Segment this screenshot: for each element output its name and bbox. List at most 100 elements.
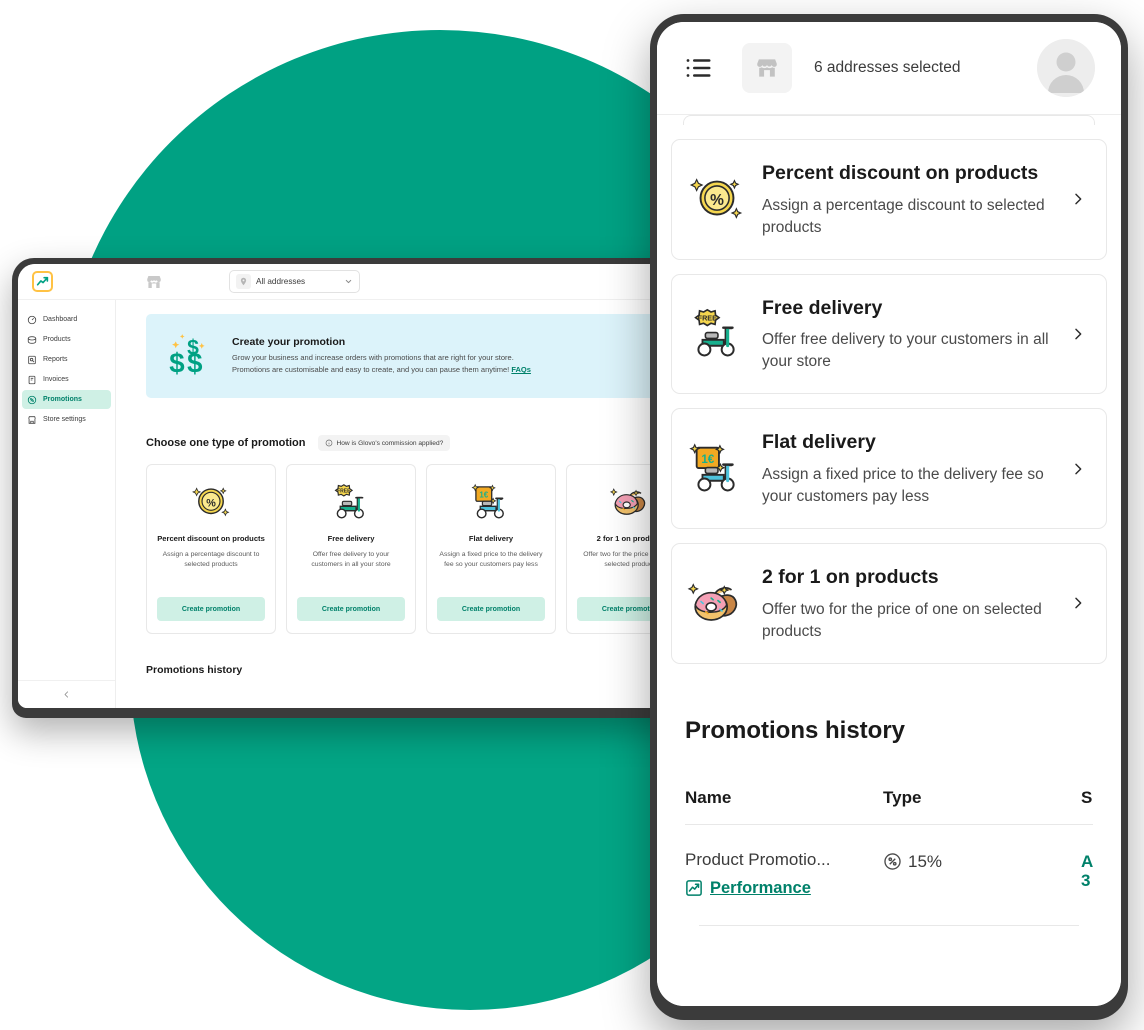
desktop-promotions-history-title: Promotions history	[146, 664, 243, 676]
chevron-right-icon[interactable]	[1070, 321, 1086, 347]
promotion-name-text: Product Promotio...	[685, 849, 831, 869]
info-icon	[325, 439, 332, 447]
desktop-card-percent-discount[interactable]: % Percent discount on products Assign a …	[146, 464, 276, 634]
address-select[interactable]: All addresses	[229, 270, 360, 293]
commission-info-chip[interactable]: How is Glovo's commission applied?	[317, 435, 451, 451]
commission-chip-label: How is Glovo's commission applied?	[336, 439, 444, 447]
desktop-promotion-cards: % Percent discount on products Assign a …	[146, 464, 716, 634]
svg-text:FREE: FREE	[337, 489, 351, 495]
sidebar-item-products[interactable]: Products	[22, 330, 111, 349]
percent-circle-icon	[884, 853, 901, 870]
chart-line-icon	[686, 880, 702, 897]
store-icon-button[interactable]	[742, 43, 792, 93]
promotions-history-table: Name Type S Product Promotio... Performa…	[671, 788, 1107, 926]
sidebar-item-reports[interactable]: Reports	[22, 350, 111, 369]
chevron-left-icon	[64, 691, 69, 698]
svg-text:%: %	[710, 192, 724, 209]
desktop-card-desc: Assign a fixed price to the delivery fee…	[439, 551, 543, 569]
reports-icon	[28, 355, 36, 364]
sidebar-item-promotions[interactable]: Promotions	[22, 390, 111, 409]
banner-line-2-wrap: Promotions are customisable and easy to …	[232, 364, 531, 376]
mobile-card-title: Flat delivery	[762, 431, 876, 454]
desktop-body: Dashboard Products Reports Invoices Prom…	[18, 300, 716, 708]
promotion-type-value: 15%	[908, 851, 943, 871]
table-row[interactable]: Product Promotio... Performance 15% A 3	[685, 823, 1093, 925]
mobile-card-body: Flat delivery Assign a fixed price to th…	[762, 429, 1056, 508]
desktop-main-content: $ $ $ Create your promotion Grow your bu…	[116, 300, 716, 708]
sidebar-collapse-button[interactable]	[18, 680, 115, 708]
avatar[interactable]	[1037, 39, 1095, 97]
choose-promotion-row: Choose one type of promotion How is Glov…	[146, 435, 716, 451]
desktop-app-screen: All addresses Dashboard Products Reports…	[18, 264, 716, 708]
chevron-down-icon	[345, 279, 352, 284]
invoices-icon	[28, 375, 36, 384]
svg-text:FREE: FREE	[698, 313, 718, 322]
desktop-card-title: Flat delivery	[468, 534, 514, 543]
cell-promotion-name: Product Promotio... Performance	[685, 850, 883, 898]
create-promotion-button[interactable]: Create promotion	[157, 597, 265, 621]
address-select-value: All addresses	[256, 277, 306, 286]
chevron-right-icon[interactable]	[1070, 186, 1086, 212]
dashboard-icon	[27, 315, 37, 324]
mobile-card-two-for-one[interactable]: 2 for 1 on products Offer two for the pr…	[671, 543, 1107, 664]
desktop-card-flat-delivery[interactable]: 1€ Flat delivery Assign a fixed price to…	[426, 464, 556, 634]
sidebar-item-dashboard[interactable]: Dashboard	[22, 310, 111, 329]
mobile-card-body: 2 for 1 on products Offer two for the pr…	[762, 564, 1056, 643]
performance-link[interactable]: Performance	[685, 879, 883, 898]
desktop-card-free-delivery[interactable]: FREE Free delivery Offer free delivery t…	[286, 464, 416, 634]
sidebar-item-label: Products	[43, 336, 71, 343]
svg-text:1€: 1€	[479, 491, 488, 500]
sidebar-item-label: Reports	[43, 356, 68, 363]
svg-text:%: %	[206, 497, 216, 509]
mobile-card-title: 2 for 1 on products	[762, 566, 939, 589]
promotions-icon	[27, 395, 37, 404]
faqs-link[interactable]: FAQs	[511, 365, 531, 374]
store-icon[interactable]	[145, 273, 163, 291]
two-for-one-donut-icon	[609, 488, 646, 515]
mobile-card-desc: Assign a percentage discount to selected…	[762, 196, 1045, 236]
desktop-topbar: All addresses	[18, 264, 716, 300]
sidebar-item-label: Promotions	[43, 396, 82, 403]
banner-line-2: Promotions are customisable and easy to …	[232, 365, 510, 374]
mobile-card-desc: Offer two for the price of one on select…	[762, 600, 1042, 640]
percent-coin-icon: %	[192, 487, 230, 517]
table-row-divider	[699, 924, 1079, 926]
mobile-card-body: Percent discount on products Assign a pe…	[762, 160, 1056, 239]
desktop-card-title: Percent discount on products	[157, 534, 265, 543]
desktop-card-desc: Offer free delivery to your customers in…	[311, 551, 391, 569]
mobile-promotions-history-title: Promotions history	[685, 716, 906, 744]
mobile-card-desc: Offer free delivery to your customers in…	[762, 331, 1049, 371]
laptop-device-frame: All addresses Dashboard Products Reports…	[12, 258, 722, 718]
mobile-card-free-delivery[interactable]: FREE Free delivery Offer free delivery t…	[671, 273, 1107, 395]
sidebar-item-invoices[interactable]: Invoices	[22, 370, 111, 389]
sidebar-nav: Dashboard Products Reports Invoices Prom…	[18, 310, 115, 429]
sidebar-item-label: Store settings	[43, 416, 86, 423]
free-delivery-scooter-icon: FREE	[694, 308, 735, 357]
chevron-right-icon[interactable]	[1070, 456, 1086, 482]
flat-delivery-scooter-icon: 1€	[689, 443, 735, 492]
cell-promotion-status: A 3	[1081, 851, 1093, 891]
two-for-one-donut-icon	[687, 583, 738, 622]
screenshot-stage: All addresses Dashboard Products Reports…	[0, 0, 1144, 1030]
mobile-scroll-content[interactable]: % Percent discount on products Assign a …	[657, 115, 1121, 1006]
mobile-address-label[interactable]: 6 addresses selected	[814, 59, 960, 77]
trending-up-logo-icon[interactable]	[32, 271, 53, 292]
column-header-name: Name	[685, 787, 732, 807]
products-icon	[27, 335, 37, 344]
mobile-app-screen: 6 addresses selected % Percent discount …	[657, 22, 1121, 1006]
create-promotion-button[interactable]: Create promotion	[297, 597, 405, 621]
create-promotion-button[interactable]: Create promotion	[437, 597, 545, 621]
desktop-card-desc: Assign a percentage discount to selected…	[162, 551, 260, 569]
list-menu-icon[interactable]	[683, 53, 713, 83]
mobile-card-percent-discount[interactable]: % Percent discount on products Assign a …	[671, 139, 1107, 260]
banner-line-1: Grow your business and increase orders w…	[232, 353, 514, 363]
desktop-sidebar: Dashboard Products Reports Invoices Prom…	[18, 300, 116, 708]
percent-coin-icon: %	[689, 178, 743, 220]
mobile-card-flat-delivery[interactable]: 1€ Flat delivery Assign a fixed price to…	[671, 408, 1107, 530]
free-delivery-scooter-icon: FREE	[334, 484, 364, 519]
column-header-type: Type	[883, 787, 922, 807]
flat-delivery-scooter-icon: 1€	[471, 483, 504, 519]
chevron-right-icon[interactable]	[1070, 590, 1086, 616]
sidebar-item-store-settings[interactable]: Store settings	[22, 410, 111, 429]
mobile-card-title: Free delivery	[762, 296, 883, 319]
